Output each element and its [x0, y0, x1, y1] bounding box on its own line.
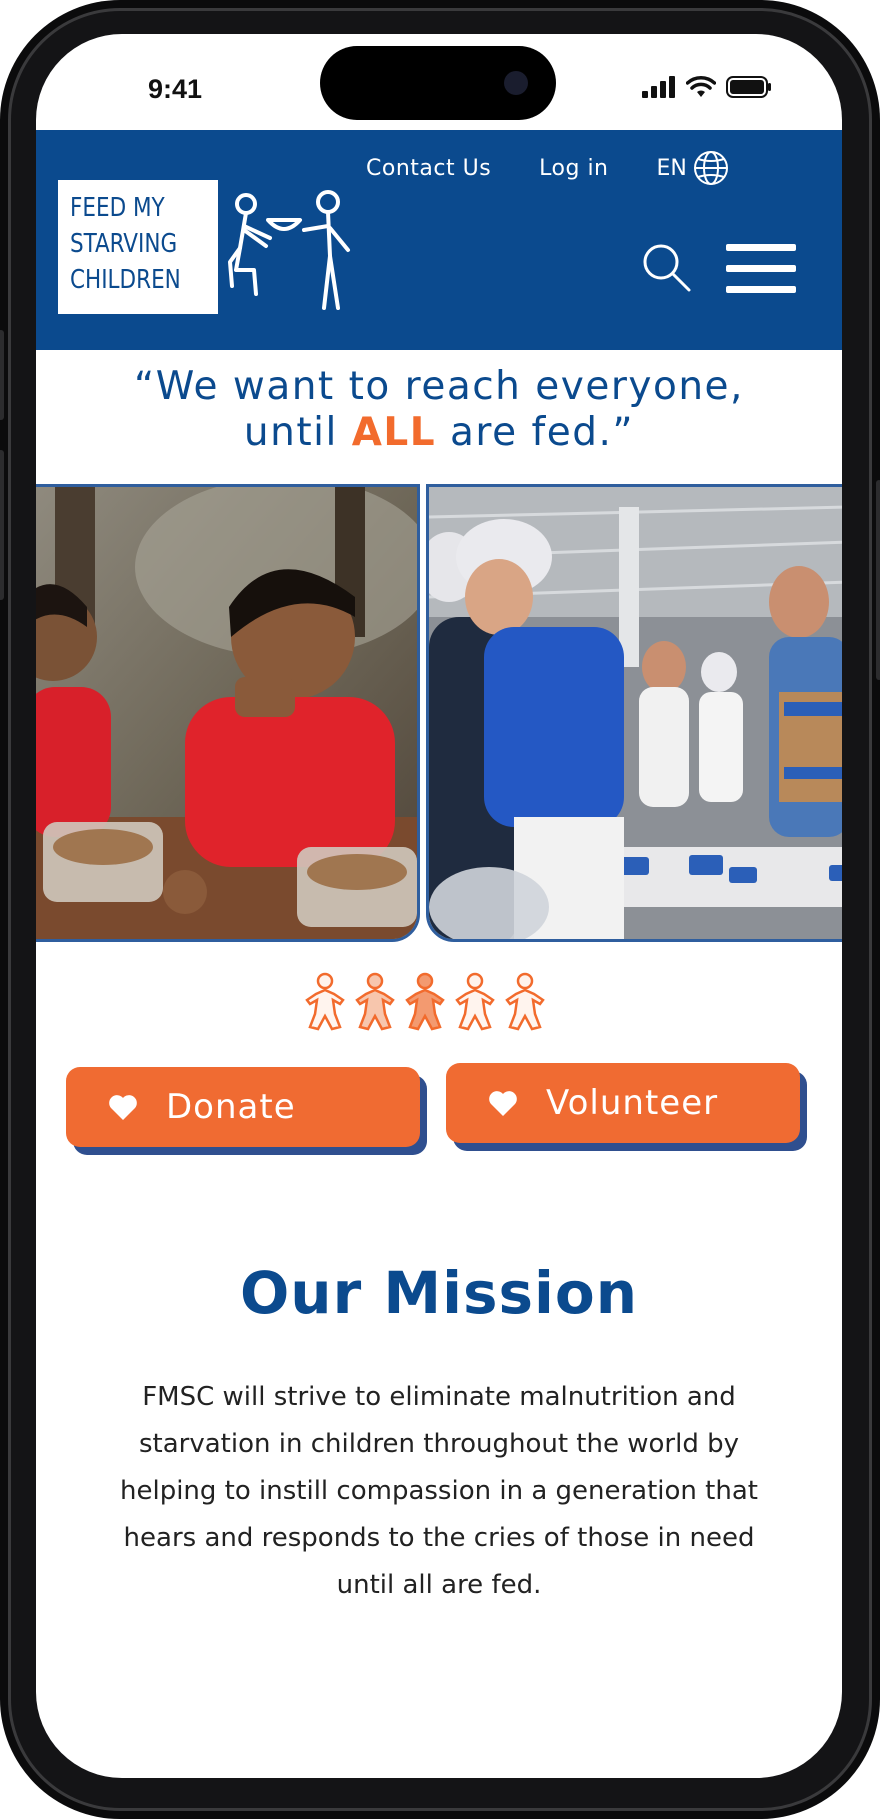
mission-title: Our Mission — [239, 1259, 639, 1327]
donate-label: Donate — [166, 1087, 296, 1127]
menu-bar-middle — [726, 265, 796, 272]
mission-body: FMSC will strive to eliminate malnutriti… — [120, 1382, 758, 1600]
child-figure-icon — [405, 972, 445, 1031]
status-icons — [642, 76, 772, 98]
heart-icon — [489, 1091, 517, 1116]
side-button-right — [876, 480, 880, 680]
photo-volunteers-packing — [426, 484, 842, 942]
status-bar: 9:41 — [36, 34, 842, 130]
hero-quote: “We want to reach everyone, until ALL ar… — [36, 364, 842, 456]
quote-line-2-end: are fed.” — [436, 410, 635, 455]
logo[interactable]: FEED MY STARVING CHILDREN — [58, 180, 218, 314]
quote-line-2-start: until — [243, 410, 352, 455]
photo-children-eating — [36, 484, 420, 942]
wifi-icon — [686, 76, 716, 97]
volunteer-button[interactable]: Volunteer — [446, 1063, 800, 1143]
heart-icon — [109, 1095, 137, 1120]
search-icon[interactable] — [641, 242, 693, 294]
logo-line-3: CHILDREN — [70, 265, 181, 295]
menu-bar-top — [726, 244, 796, 251]
side-button-left-2 — [0, 450, 4, 600]
volunteer-label: Volunteer — [546, 1083, 719, 1123]
top-links: Contact Us Log in EN — [366, 150, 729, 186]
globe-icon — [693, 151, 728, 185]
child-figure-icon — [355, 972, 395, 1031]
quote-line-2: until ALL are fed.” — [36, 410, 842, 456]
menu-icon[interactable] — [726, 244, 796, 294]
logo-line-1: FEED MY — [70, 193, 165, 223]
signal-icon — [642, 76, 675, 98]
quote-accent: ALL — [351, 410, 437, 455]
status-time: 9:41 — [148, 74, 203, 104]
site-header: FEED MY STARVING CHILDREN Contact Us Log… — [36, 130, 842, 350]
child-figure-icon — [305, 972, 345, 1031]
logo-line-2: STARVING — [70, 229, 178, 259]
quote-line-1: “We want to reach everyone, — [134, 364, 744, 409]
dynamic-island — [320, 46, 556, 120]
people-icons-row — [304, 972, 546, 1032]
language-label: EN — [656, 155, 687, 181]
menu-bar-bottom — [726, 286, 796, 293]
battery-icon — [726, 76, 771, 98]
camera-icon — [504, 71, 528, 95]
side-button-left-1 — [0, 330, 4, 420]
phone-frame: 9:41 FEED MY STARVING CHILDREN Contact U… — [0, 0, 880, 1819]
contact-us-link[interactable]: Contact Us — [366, 156, 491, 181]
logo-figures-icon — [228, 190, 350, 310]
child-figure-icon — [505, 972, 545, 1031]
log-in-link[interactable]: Log in — [539, 156, 608, 181]
child-figure-icon — [455, 972, 495, 1031]
donate-button[interactable]: Donate — [66, 1067, 420, 1147]
screen: 9:41 FEED MY STARVING CHILDREN Contact U… — [36, 34, 842, 1778]
language-selector[interactable]: EN — [657, 150, 729, 186]
